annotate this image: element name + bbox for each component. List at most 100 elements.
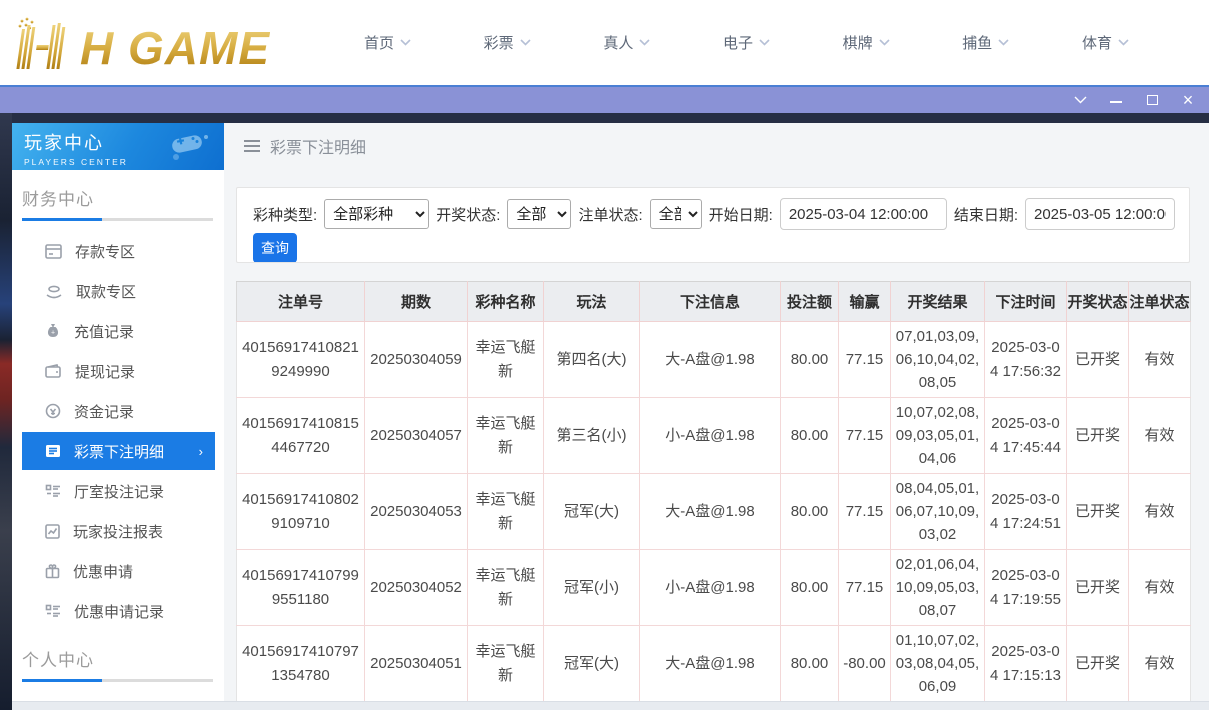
sidebar-item-label: 取款专区 (76, 281, 136, 302)
nav-item-lottery[interactable]: 彩票 (484, 32, 531, 53)
sidebar-item-promo-application-records[interactable]: 优惠申请记录 (12, 591, 224, 631)
sidebar: 玩家中心 PLAYERS CENTER 财务中心 (12, 123, 224, 710)
table-cell: 401569174107999551180 (237, 550, 365, 626)
table-cell: 80.00 (781, 474, 839, 550)
table-header-cell: 彩种名称 (468, 282, 544, 322)
sidebar-item-withdraw-zone[interactable]: 取款专区 (12, 271, 224, 311)
table-cell: 大-A盘@1.98 (640, 626, 781, 702)
section-underline (22, 218, 213, 221)
end-date-label: 结束日期: (954, 204, 1018, 225)
nav-label: 捕鱼 (962, 32, 992, 53)
nav-item-live[interactable]: 真人 (603, 32, 650, 53)
table-cell: 401569174108154467720 (237, 398, 365, 474)
logo-text: H GAME (80, 25, 270, 71)
gift-icon (45, 564, 60, 579)
lottery-type-select[interactable]: 全部彩种 (324, 199, 429, 229)
logo-stripes-icon (14, 15, 76, 71)
chevron-down-icon (998, 39, 1009, 46)
table-cell: 2025-03-04 17:56:32 (985, 322, 1067, 398)
table-cell: 77.15 (839, 550, 891, 626)
table-cell: 冠军(大) (544, 626, 640, 702)
menu-icon[interactable] (244, 137, 260, 155)
table-cell: 幸运飞艇新 (468, 322, 544, 398)
order-status-label: 注单状态: (578, 204, 642, 225)
coin-icon (45, 403, 61, 419)
table-cell: 已开奖 (1067, 626, 1129, 702)
sidebar-item-hall-bet-records[interactable]: 厅室投注记录 (12, 471, 224, 511)
dropdown-chevron-icon[interactable] (1069, 91, 1091, 109)
sidebar-item-funds-records[interactable]: 资金记录 (12, 391, 224, 431)
draw-status-label: 开奖状态: (436, 204, 500, 225)
table-header-cell: 注单状态 (1129, 282, 1191, 322)
start-date-input[interactable] (780, 198, 947, 230)
sidebar-item-label: 资金记录 (74, 401, 134, 422)
document-icon (45, 444, 61, 458)
table-cell: 20250304059 (365, 322, 468, 398)
table-cell: 77.15 (839, 474, 891, 550)
table-row: 40156917410821924999020250304059幸运飞艇新第四名… (237, 322, 1191, 398)
table-cell: 07,01,03,09,06,10,04,02,08,05 (891, 322, 985, 398)
nav-item-sports[interactable]: 体育 (1082, 32, 1129, 53)
sidebar-item-label: 优惠申请 (73, 561, 133, 582)
table-cell: 已开奖 (1067, 550, 1129, 626)
table-cell: 冠军(小) (544, 550, 640, 626)
main-navigation: 首页 彩票 真人 电子 棋牌 捕鱼 体育 (304, 32, 1189, 53)
site-topbar: H GAME 首页 彩票 真人 电子 棋牌 捕鱼 体育 (0, 0, 1209, 85)
sidebar-item-deposit-zone[interactable]: 存款专区 (12, 231, 224, 271)
nav-item-fishing[interactable]: 捕鱼 (962, 32, 1009, 53)
sidebar-item-recharge-records[interactable]: + 充值记录 (12, 311, 224, 351)
sidebar-section-personal: 个人中心 (22, 646, 224, 671)
end-date-input[interactable] (1025, 198, 1175, 230)
table-cell: 80.00 (781, 550, 839, 626)
nav-label: 真人 (603, 32, 633, 53)
table-cell: 幸运飞艇新 (468, 398, 544, 474)
table-row: 40156917410815446772020250304057幸运飞艇新第三名… (237, 398, 1191, 474)
nav-item-slots[interactable]: 电子 (723, 32, 770, 53)
nav-item-home[interactable]: 首页 (364, 32, 411, 53)
nav-item-boardgames[interactable]: 棋牌 (843, 32, 890, 53)
sidebar-item-promo-application[interactable]: 优惠申请 (12, 551, 224, 591)
sidebar-section-finance: 财务中心 (22, 185, 224, 210)
table-cell: 已开奖 (1067, 322, 1129, 398)
table-cell: 2025-03-04 17:19:55 (985, 550, 1067, 626)
sidebar-item-label: 充值记录 (74, 321, 134, 342)
query-button[interactable]: 查询 (253, 233, 297, 263)
table-cell: 小-A盘@1.98 (640, 398, 781, 474)
table-cell: 有效 (1129, 474, 1191, 550)
close-icon[interactable]: × (1177, 91, 1199, 109)
table-cell: 有效 (1129, 398, 1191, 474)
table-header-cell: 输赢 (839, 282, 891, 322)
nav-label: 首页 (364, 32, 394, 53)
minimize-icon[interactable] (1105, 91, 1127, 109)
sidebar-item-withdrawal-records[interactable]: 提现记录 (12, 351, 224, 391)
table-cell: 401569174108219249990 (237, 322, 365, 398)
table-row: 40156917410797135478020250304051幸运飞艇新冠军(… (237, 626, 1191, 702)
svg-text:+: + (51, 330, 55, 337)
table-cell: 20250304051 (365, 626, 468, 702)
order-status-select[interactable]: 全部 (650, 199, 702, 229)
chart-icon (45, 524, 60, 539)
sidebar-item-label: 提现记录 (75, 361, 135, 382)
table-cell: 20250304053 (365, 474, 468, 550)
chevron-down-icon (400, 39, 411, 46)
table-row: 40156917410799955118020250304052幸运飞艇新冠军(… (237, 550, 1191, 626)
sidebar-item-player-bet-report[interactable]: 玩家投注报表 (12, 511, 224, 551)
horizontal-scrollbar[interactable] (12, 701, 1209, 710)
table-header-cell: 期数 (365, 282, 468, 322)
table-cell: 有效 (1129, 626, 1191, 702)
table-header-row: 注单号期数彩种名称玩法下注信息投注额输赢开奖结果下注时间开奖状态注单状态 (237, 282, 1191, 322)
table-cell: 小-A盘@1.98 (640, 550, 781, 626)
maximize-icon[interactable] (1141, 91, 1163, 109)
sidebar-item-label: 玩家投注报表 (73, 521, 163, 542)
table-cell: -80.00 (839, 626, 891, 702)
section-underline (22, 679, 213, 682)
hand-money-icon (45, 284, 63, 299)
sidebar-header: 玩家中心 PLAYERS CENTER (12, 123, 224, 170)
chevron-down-icon (1118, 39, 1129, 46)
nav-label: 彩票 (484, 32, 514, 53)
table-cell: 已开奖 (1067, 398, 1129, 474)
sidebar-item-lottery-bet-details[interactable]: 彩票下注明细 › (22, 432, 215, 470)
filter-panel: 彩种类型: 全部彩种 开奖状态: 全部 注单状态: 全部 开始日期: (236, 187, 1190, 263)
table-cell: 80.00 (781, 322, 839, 398)
draw-status-select[interactable]: 全部 (507, 199, 571, 229)
